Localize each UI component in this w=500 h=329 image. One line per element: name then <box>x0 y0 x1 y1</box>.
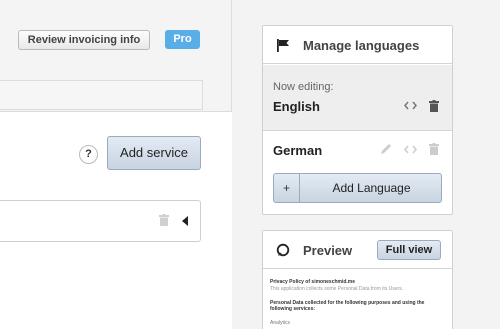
sidebar: Manage languages Now editing: English Ge… <box>233 0 500 329</box>
flag-icon <box>277 39 289 52</box>
help-button[interactable]: ? <box>79 145 98 164</box>
code-icon[interactable] <box>404 145 417 154</box>
language-name: German <box>273 143 323 158</box>
toolbar-strip <box>0 80 203 110</box>
collapse-caret-icon[interactable] <box>182 216 188 226</box>
add-language-button[interactable]: + Add Language <box>273 173 442 203</box>
pencil-icon[interactable] <box>380 143 392 155</box>
trash-icon[interactable] <box>159 214 169 226</box>
manage-languages-header: Manage languages <box>263 26 452 64</box>
add-language-label[interactable]: Add Language <box>301 174 442 202</box>
full-view-button[interactable]: Full view <box>377 240 441 260</box>
service-row[interactable] <box>0 200 201 242</box>
plus-icon[interactable]: + <box>274 174 300 202</box>
preview-doc-item: Analytics <box>270 320 291 326</box>
trash-icon[interactable] <box>429 143 439 155</box>
preview-panel: Preview Full view Privacy Policy of simo… <box>262 230 453 329</box>
policy-preview: Privacy Policy of simoneschmid.me This a… <box>270 279 446 329</box>
preview-doc-subtitle: This application collects some Personal … <box>270 286 404 292</box>
main-content: Review invoicing info Pro ? Add service <box>0 0 232 329</box>
panel-title: Preview <box>303 243 353 258</box>
current-language-name: English <box>273 99 320 114</box>
review-invoicing-button[interactable]: Review invoicing info <box>18 30 150 50</box>
pro-badge: Pro <box>165 30 200 49</box>
preview-doc-heading: Personal Data collected for the followin… <box>270 300 425 312</box>
manage-languages-panel: Manage languages Now editing: English Ge… <box>262 25 453 215</box>
speech-bubble-icon <box>276 243 290 257</box>
trash-icon[interactable] <box>429 100 439 112</box>
language-row-german[interactable]: German <box>263 132 452 166</box>
current-language-row: Now editing: English <box>263 65 452 131</box>
panel-title: Manage languages <box>303 38 420 53</box>
now-editing-label: Now editing: <box>273 81 334 93</box>
preview-header: Preview Full view <box>263 231 452 269</box>
code-icon[interactable] <box>404 101 417 110</box>
preview-doc-title: Privacy Policy of simoneschmid.me <box>270 279 356 285</box>
add-service-button[interactable]: Add service <box>107 136 201 170</box>
